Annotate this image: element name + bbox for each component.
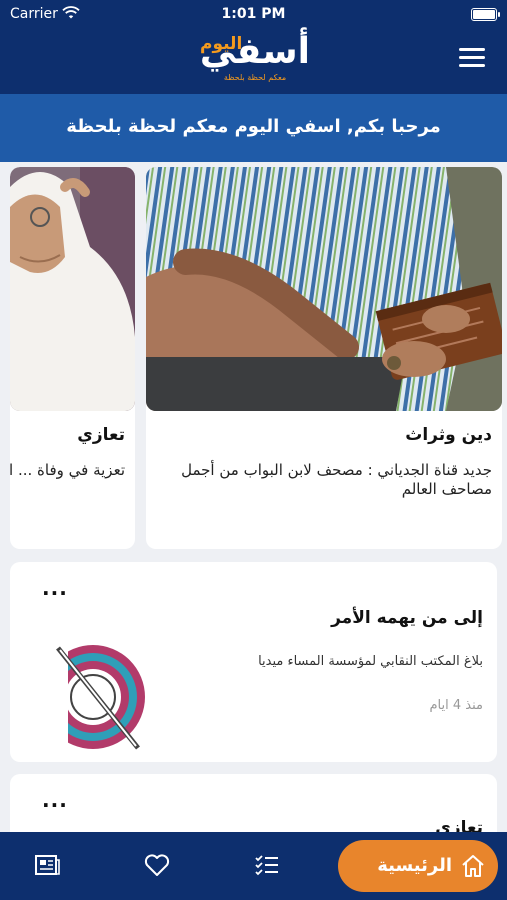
app-logo[interactable]: أسفي اليوم معكم لحظة بلحظة [200,30,310,82]
list-item-thumbnail [38,642,145,752]
featured-title: جديد قناة الجدياني : مصحف لابن البواب من… [181,461,492,498]
featured-category: دين وثراث [405,425,492,445]
featured-image [10,167,135,411]
logo-accent-text: اليوم [200,34,243,54]
more-options-icon[interactable]: ... [42,788,68,812]
list-item-title: إلى من يهمه الأمر [331,608,483,628]
featured-card[interactable]: دين وثراث جديد قناة الجدياني : مصحف لابن… [146,167,502,549]
list-item[interactable]: ... إلى من يهمه الأمر بلاغ المكتب النقاب… [10,562,497,762]
featured-title: تعزية في وفاة ... الحضاري [10,461,125,479]
hamburger-menu-icon[interactable] [459,48,485,70]
welcome-banner: مرحبا بكم, اسفي اليوم معكم لحظة بلحظة [0,94,507,162]
clock: 1:01 PM [221,6,286,22]
logo-tagline: معكم لحظة بلحظة [223,73,287,82]
status-bar: Carrier 1:01 PM [0,0,507,28]
heart-icon[interactable] [142,850,172,880]
top-header: Carrier 1:01 PM أسفي اليوم معكم لحظة بلح… [0,0,507,94]
bottom-tab-bar: الرئيسية [0,832,507,900]
featured-image [146,167,502,411]
featured-card[interactable]: تعازي تعزية في وفاة ... الحضاري [10,167,135,549]
home-icon [462,855,484,877]
news-icon[interactable] [32,850,62,880]
battery-icon [471,8,500,21]
home-tab[interactable]: الرئيسية [338,840,498,892]
home-tab-label: الرئيسية [377,855,452,876]
checklist-icon[interactable] [252,850,282,880]
featured-category: تعازي [77,425,125,445]
list-item-description: بلاغ المكتب النقابي لمؤسسة المساء ميديا [258,654,483,669]
more-options-icon[interactable]: ... [42,576,68,600]
list-item-time: منذ 4 ايام [429,698,484,713]
